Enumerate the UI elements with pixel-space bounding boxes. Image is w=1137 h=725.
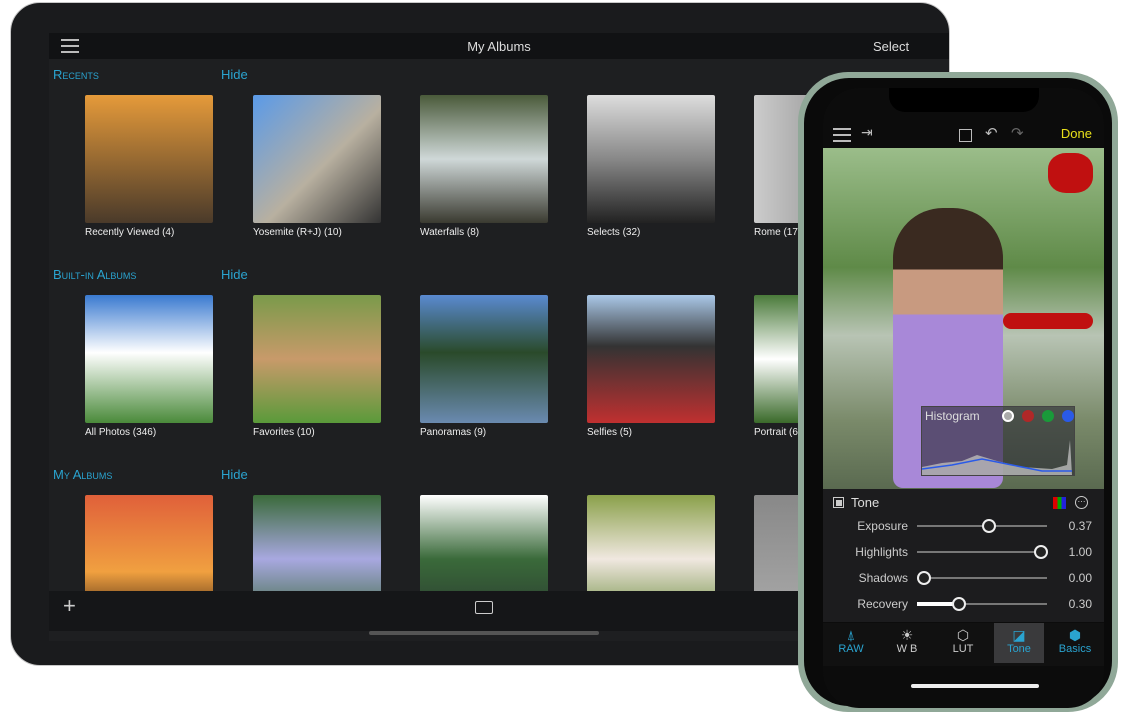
tab-label: LUT: [952, 643, 974, 655]
tone-icon: ◪: [1012, 627, 1026, 643]
red-channel-button[interactable]: [1022, 410, 1034, 422]
slider-value: 0.30: [1068, 597, 1092, 611]
tab-wb[interactable]: ☀ W B: [882, 623, 932, 663]
basics-icon: ⬢: [1068, 627, 1082, 643]
highlights-slider[interactable]: [917, 545, 1048, 559]
slider-label: Exposure: [857, 519, 908, 533]
hide-button[interactable]: Hide: [221, 467, 248, 482]
undo-icon[interactable]: ↶: [985, 124, 998, 142]
iphone-device: ⇥ ↶ ↷ Done Histogram Tone ⋯ Exposure 0.37…: [798, 72, 1118, 712]
top-bar: My Albums Select: [49, 33, 949, 59]
album-label: Panoramas (9): [420, 427, 487, 438]
histogram-graph: [922, 440, 1072, 475]
slider-value: 0.00: [1068, 571, 1092, 585]
tab-raw[interactable]: ⍋ RAW: [826, 623, 876, 663]
tab-basics[interactable]: ⬢ Basics: [1050, 623, 1100, 663]
export-icon[interactable]: ⇥: [861, 124, 873, 141]
select-button[interactable]: Select: [873, 39, 909, 54]
slider-knob[interactable]: [1033, 545, 1048, 559]
clipping-highlight: [1003, 313, 1093, 329]
folder-icon[interactable]: [475, 601, 493, 614]
album-thumbnail[interactable]: [253, 295, 381, 423]
home-indicator: [369, 631, 599, 635]
slider-row-shadows: Shadows 0.00: [823, 567, 1104, 593]
home-indicator: [911, 684, 1039, 688]
slider-label: Highlights: [855, 545, 908, 559]
slider-knob[interactable]: [916, 571, 931, 585]
album-thumbnail[interactable]: [85, 95, 213, 223]
luminance-channel-button[interactable]: [1002, 410, 1014, 422]
section-header: Built-in Albums: [53, 267, 137, 282]
tab-label: Tone: [1007, 643, 1031, 655]
slider-knob[interactable]: [951, 597, 966, 611]
album-thumbnail[interactable]: [420, 295, 548, 423]
histogram-label: Histogram: [925, 409, 980, 423]
clipping-highlight: [1048, 153, 1093, 193]
section-header: Recents: [53, 67, 99, 82]
hide-button[interactable]: Hide: [221, 67, 248, 82]
page-title: My Albums: [467, 39, 531, 54]
add-album-icon[interactable]: +: [63, 593, 76, 619]
rgb-icon[interactable]: [1053, 497, 1066, 509]
album-label: Rome (17): [754, 227, 802, 238]
editor-screen: ⇥ ↶ ↷ Done Histogram Tone ⋯ Exposure 0.37…: [823, 88, 1104, 708]
album-thumbnail[interactable]: [587, 95, 715, 223]
album-label: Waterfalls (8): [420, 227, 480, 238]
slider-row-highlights: Highlights 1.00: [823, 541, 1104, 567]
album-thumbnail[interactable]: [420, 95, 548, 223]
album-label: Recently Viewed (4): [85, 227, 175, 238]
album-label: All Photos (346): [85, 427, 157, 438]
section-header: My Albums: [53, 467, 113, 482]
slider-knob[interactable]: [981, 519, 996, 533]
album-thumbnail[interactable]: [85, 295, 213, 423]
tool-tab-bar: ⍋ RAW ☀ W B ⬡ LUT ◪ Tone ⬢ Basics: [823, 623, 1104, 666]
editor-toolbar: ⇥ ↶ ↷ Done: [823, 121, 1104, 149]
slider-value: 0.37: [1068, 519, 1092, 533]
green-channel-button[interactable]: [1042, 410, 1054, 422]
redo-icon[interactable]: ↷: [1011, 124, 1024, 142]
album-thumbnail[interactable]: [253, 95, 381, 223]
slider-row-exposure: Exposure 0.37: [823, 515, 1104, 541]
slider-row-recovery: Recovery 0.30: [823, 593, 1104, 619]
exposure-slider[interactable]: [917, 519, 1047, 533]
compare-icon[interactable]: [959, 129, 972, 142]
tab-tone[interactable]: ◪ Tone: [994, 623, 1044, 663]
wb-icon: ☀: [900, 627, 914, 643]
lut-icon: ⬡: [956, 627, 970, 643]
album-label: Yosemite (R+J) (10): [253, 227, 342, 238]
album-thumbnail[interactable]: [587, 295, 715, 423]
album-label: Selfies (5): [587, 427, 633, 438]
recovery-slider[interactable]: [917, 597, 1047, 611]
menu-icon[interactable]: [833, 128, 851, 142]
album-label: Favorites (10): [253, 427, 315, 438]
album-label: Portrait (6): [754, 427, 802, 438]
slider-label: Recovery: [857, 597, 908, 611]
more-icon[interactable]: ⋯: [1075, 496, 1088, 509]
tab-lut[interactable]: ⬡ LUT: [938, 623, 988, 663]
slider-value: 1.00: [1068, 545, 1092, 559]
edited-photo[interactable]: Histogram: [823, 148, 1104, 489]
notch: [889, 88, 1039, 112]
done-button[interactable]: Done: [1061, 126, 1092, 141]
histogram-panel: Histogram: [921, 406, 1075, 476]
blue-channel-button[interactable]: [1062, 410, 1074, 422]
slider-label: Shadows: [858, 571, 908, 585]
shadows-slider[interactable]: [916, 571, 1047, 585]
tone-panel: Tone ⋯ Exposure 0.37 Highlights 1.00 Shadows…: [823, 489, 1104, 622]
tab-label: W B: [896, 643, 918, 655]
album-label: Selects (32): [587, 227, 641, 238]
panel-title: Tone: [851, 495, 880, 510]
tab-label: Basics: [1058, 643, 1092, 655]
raw-icon: ⍋: [846, 627, 856, 643]
hide-button[interactable]: Hide: [221, 267, 248, 282]
tab-label: RAW: [838, 643, 864, 655]
tone-checkbox[interactable]: [833, 497, 844, 508]
